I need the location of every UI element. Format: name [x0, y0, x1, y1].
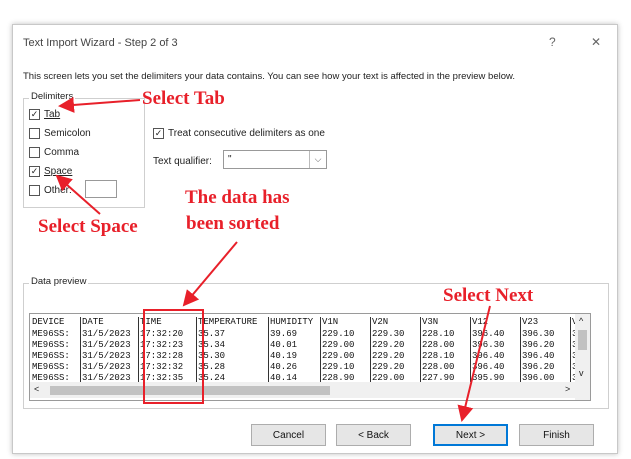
arrow-to-next: [457, 305, 491, 422]
annotation-sorted-line2: been sorted: [186, 213, 280, 234]
annotation-select-next: Select Next: [443, 285, 534, 306]
annotation-sorted-line1: The data has: [185, 187, 290, 208]
arrow-to-space: [55, 174, 101, 215]
annotation-select-tab: Select Tab: [142, 88, 225, 109]
arrow-to-time-column: [182, 241, 238, 307]
annotation-select-space: Select Space: [38, 216, 138, 237]
arrow-to-tab: [58, 96, 141, 113]
